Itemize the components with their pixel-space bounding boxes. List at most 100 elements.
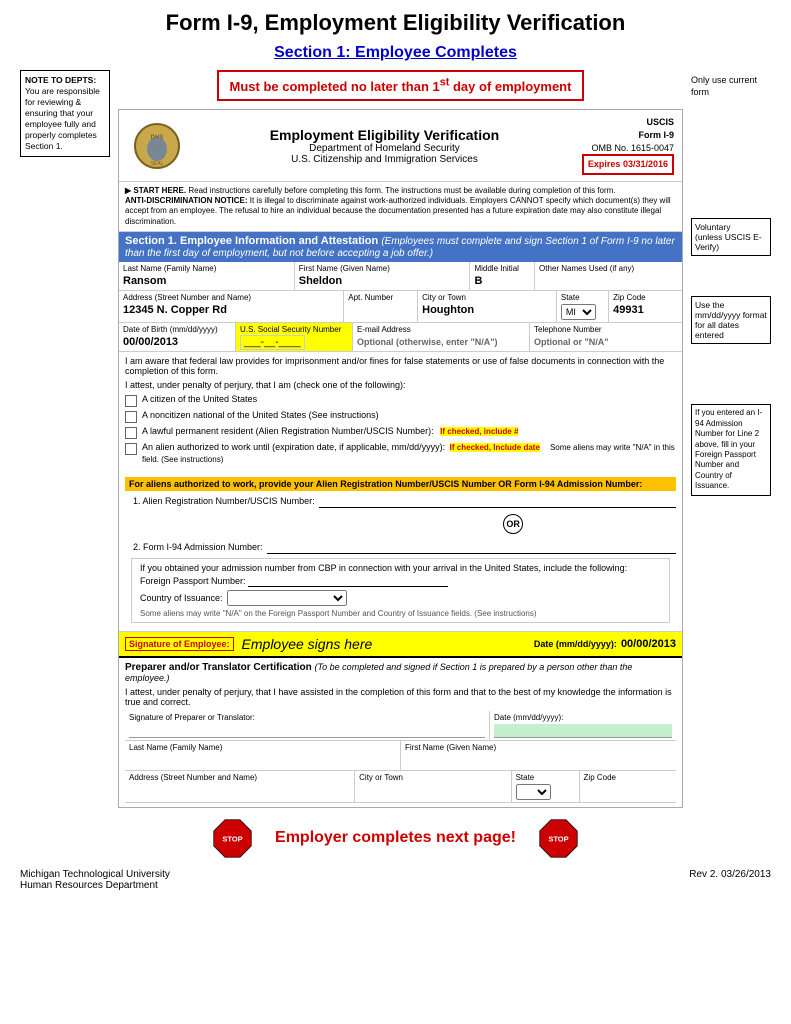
footer-right: Rev 2. 03/26/2013 xyxy=(689,869,771,891)
preparer-sig-label: Signature of Preparer or Translator: xyxy=(129,713,485,722)
checkbox-lpr[interactable] xyxy=(125,427,137,439)
checkbox-noncitizen[interactable] xyxy=(125,411,137,423)
preparer-date-label: Date (mm/dd/yyyy): xyxy=(494,713,672,722)
aware-section: I am aware that federal law provides for… xyxy=(119,352,682,472)
preparer-first-label: First Name (Given Name) xyxy=(405,743,672,752)
city-cell: City or Town Houghton xyxy=(418,291,557,322)
voluntary-label: Voluntary xyxy=(695,222,730,232)
middle-initial-label: Middle Initial xyxy=(474,264,530,273)
aware-text: I am aware that federal law provides for… xyxy=(125,356,676,376)
preparer-state-cell: State MICA xyxy=(512,771,580,802)
other-names-cell: Other Names Used (if any) xyxy=(535,262,682,290)
first-name-label: First Name (Given Name) xyxy=(299,264,466,273)
svg-text:SEAL: SEAL xyxy=(150,161,163,167)
checkbox-citizen[interactable] xyxy=(125,395,137,407)
stop-sign-left: STOP xyxy=(210,816,255,861)
alien-reg-label: 1. Alien Registration Number/USCIS Numbe… xyxy=(133,496,315,506)
apt-cell: Apt. Number xyxy=(344,291,418,322)
main-title: Form I-9, Employment Eligibility Verific… xyxy=(20,10,771,36)
discrimination-notice: ▶ START HERE. Read instructions carefull… xyxy=(119,182,682,233)
city-label: City or Town xyxy=(422,293,552,302)
apt-label: Apt. Number xyxy=(348,293,413,302)
phone-cell: Telephone Number Optional or "N/A" xyxy=(530,323,682,351)
form-agency: U.S. Citizenship and Immigration Service… xyxy=(187,154,582,165)
first-name-value: Sheldon xyxy=(299,275,342,287)
preparer-last-cell: Last Name (Family Name) xyxy=(125,741,401,770)
preparer-city-label: City or Town xyxy=(359,773,506,782)
last-name-value: Ransom xyxy=(123,275,166,287)
checkbox-alien[interactable] xyxy=(125,443,137,455)
form-title: Employment Eligibility Verification xyxy=(187,127,582,143)
voluntary-text: (unless USCIS E-Verify) xyxy=(695,232,762,252)
i94-subsection: If you obtained your admission number fr… xyxy=(131,558,670,623)
checkbox-lpr-label: A lawful permanent resident (Alien Regis… xyxy=(142,426,518,438)
or-circle: OR xyxy=(503,514,523,534)
middle-initial-cell: Middle Initial B xyxy=(470,262,535,290)
preparer-addr-cell: Address (Street Number and Name) xyxy=(125,771,355,802)
form-header-right: USCIS Form I-9 OMB No. 1615-0047 Expires… xyxy=(582,116,674,174)
other-names-label: Other Names Used (if any) xyxy=(539,264,678,273)
i94-callout-box: If you entered an I-94 Admission Number … xyxy=(691,404,771,495)
alien-number-section: For aliens authorized to work, provide y… xyxy=(119,473,682,631)
use-format-box: Use the mm/dd/yyyy format for all dates … xyxy=(691,296,771,344)
dob-value: 00/00/2013 xyxy=(123,336,178,348)
i94-note-text: If you obtained your admission number fr… xyxy=(140,563,661,573)
ssn-label: U.S. Social Security Number xyxy=(240,325,348,334)
preparer-date-cell: Date (mm/dd/yyyy): xyxy=(490,711,676,740)
preparer-addr-label: Address (Street Number and Name) xyxy=(129,773,350,782)
preparer-sig-row: Signature of Preparer or Translator: Dat… xyxy=(125,711,676,741)
voluntary-box: Voluntary (unless USCIS E-Verify) xyxy=(691,218,771,256)
i94-label: 2. Form I-94 Admission Number: xyxy=(133,542,263,552)
svg-text:STOP: STOP xyxy=(222,834,242,843)
uscis-label: USCIS xyxy=(582,116,674,129)
checkbox-lpr-row: A lawful permanent resident (Alien Regis… xyxy=(125,426,676,439)
preparer-last-label: Last Name (Family Name) xyxy=(129,743,396,752)
section1-header-title: Section 1. Employee Information and Atte… xyxy=(125,235,378,247)
phone-placeholder: Optional or "N/A" xyxy=(534,337,609,347)
section1-header: Section 1. Employee Information and Atte… xyxy=(119,232,682,262)
country-select[interactable]: United States Mexico Canada xyxy=(227,590,347,606)
preparer-title: Preparer and/or Translator Certification xyxy=(125,662,312,673)
checkbox-citizen-row: A citizen of the United States xyxy=(125,394,676,407)
checkbox-noncitizen-label: A noncitizen national of the United Stat… xyxy=(142,410,379,422)
address-cell: Address (Street Number and Name) 12345 N… xyxy=(119,291,344,322)
address-row: Address (Street Number and Name) 12345 N… xyxy=(119,291,682,323)
state-cell: State MI ALAKCANY xyxy=(557,291,609,322)
omb-number: OMB No. 1615-0047 xyxy=(582,142,674,155)
preparer-address-row: Address (Street Number and Name) City or… xyxy=(125,771,676,803)
i94-row: 2. Form I-94 Admission Number: xyxy=(133,540,676,554)
form-id: Form I-9 xyxy=(582,129,674,142)
dob-cell: Date of Birth (mm/dd/yyyy) 00/00/2013 xyxy=(119,323,236,351)
ssn-boxes: ___-__-____ xyxy=(240,335,305,350)
must-complete-text: Must be completed no later than 1st day … xyxy=(230,79,572,94)
dob-label: Date of Birth (mm/dd/yyyy) xyxy=(123,325,231,334)
checkbox-citizen-label: A citizen of the United States xyxy=(142,394,257,406)
i94-callout-text: If you entered an I-94 Admission Number … xyxy=(695,408,762,490)
employer-next-text: Employer completes next page! xyxy=(275,829,516,847)
start-text: Read instructions carefully before compl… xyxy=(188,186,615,195)
start-here-label: ▶ START HERE. xyxy=(125,186,186,195)
name-row: Last Name (Family Name) Ransom First Nam… xyxy=(119,262,682,291)
state-select[interactable]: MI ALAKCANY xyxy=(561,304,596,320)
form-dept: Department of Homeland Security xyxy=(187,143,582,154)
preparer-name-row: Last Name (Family Name) First Name (Give… xyxy=(125,741,676,771)
last-name-cell: Last Name (Family Name) Ransom xyxy=(119,262,295,290)
preparer-state-select[interactable]: MICA xyxy=(516,784,551,800)
preparer-zip-label: Zip Code xyxy=(584,773,672,782)
note-label: NOTE TO DEPTS: xyxy=(25,75,96,85)
zip-label: Zip Code xyxy=(613,293,678,302)
anti-disc-label: ANTI-DISCRIMINATION NOTICE: xyxy=(125,196,248,205)
preparer-attest: I attest, under penalty of perjury, that… xyxy=(125,687,676,707)
attest-text: I attest, under penalty of perjury, that… xyxy=(125,380,676,390)
right-annotations: Only use current form Voluntary (unless … xyxy=(691,70,771,508)
foreign-passport-label: Foreign Passport Number: xyxy=(140,576,246,586)
state-label: State xyxy=(561,293,604,302)
preparer-first-cell: First Name (Given Name) xyxy=(401,741,676,770)
form-header-center: Employment Eligibility Verification Depa… xyxy=(187,127,582,165)
phone-label: Telephone Number xyxy=(534,325,678,334)
use-format-text: Use the mm/dd/yyyy format for all dates … xyxy=(695,300,767,340)
first-name-cell: First Name (Given Name) Sheldon xyxy=(295,262,471,290)
checkbox-noncitizen-row: A noncitizen national of the United Stat… xyxy=(125,410,676,423)
middle-initial-value: B xyxy=(474,275,482,287)
form-header: DHS SEAL Employment Eligibility Verifica… xyxy=(119,110,682,181)
